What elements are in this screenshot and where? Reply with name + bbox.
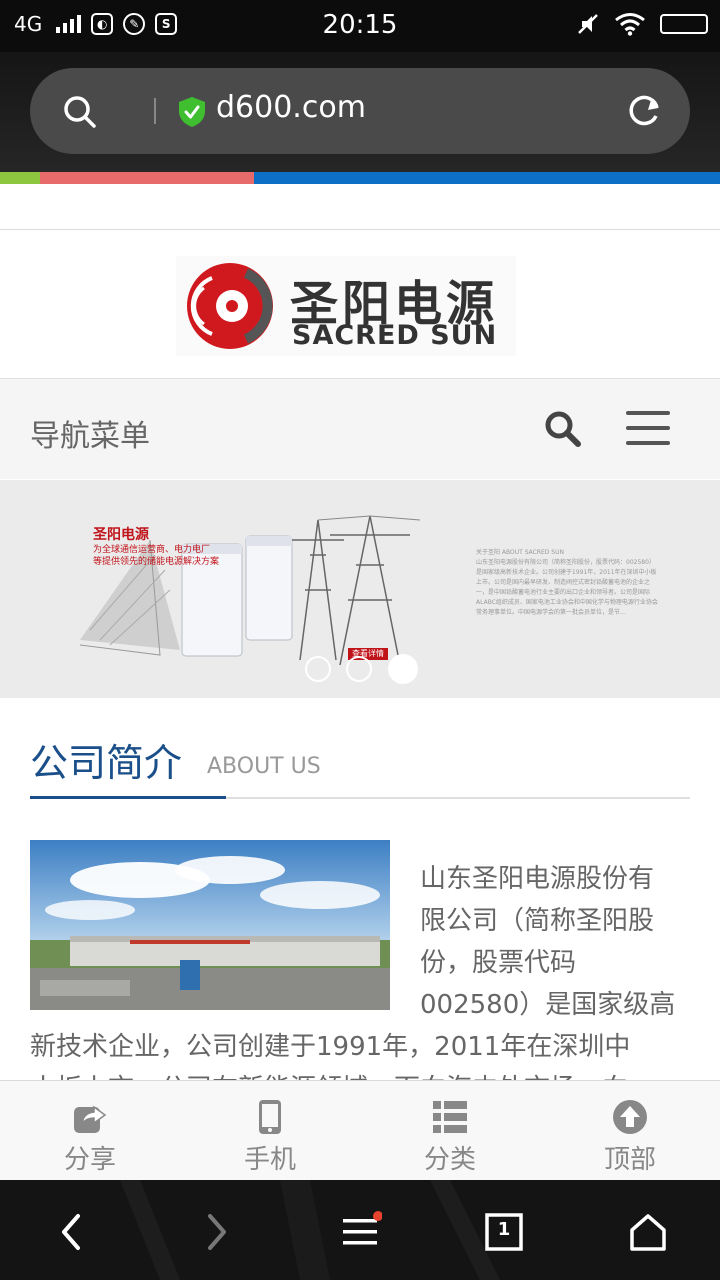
forward-icon[interactable] <box>194 1210 238 1254</box>
intro-line: 限公司（简称圣阳股 <box>420 906 655 936</box>
section-title: 公司简介 <box>30 741 183 785</box>
back-to-top-button[interactable]: 顶部 <box>540 1081 720 1181</box>
hamburger-menu-icon[interactable] <box>626 411 670 445</box>
share-label: 分享 <box>63 1145 116 1175</box>
secure-shield-icon <box>179 97 205 127</box>
menu-icon[interactable] <box>338 1210 382 1254</box>
logo-header: 圣阳电源 SACRED SUN <box>0 230 720 379</box>
company-logo[interactable]: 圣阳电源 SACRED SUN <box>176 256 516 356</box>
url-text: d600.com <box>216 90 366 125</box>
address-bar[interactable]: d600.com <box>30 68 690 154</box>
mobile-label: 手机 <box>243 1145 296 1175</box>
company-photo[interactable] <box>30 840 390 1010</box>
mobile-button[interactable]: 手机 <box>180 1081 360 1181</box>
battery-icon <box>660 14 708 34</box>
intro-line: 份，股票代码 <box>420 948 577 978</box>
carousel-dot[interactable] <box>346 656 372 682</box>
color-strip-blue <box>254 172 720 184</box>
tab-count: 1 <box>497 1219 511 1240</box>
category-label: 分类 <box>423 1145 476 1175</box>
browser-toolbar: d600.com <box>0 52 720 172</box>
address-divider <box>154 98 156 124</box>
sacred-sun-logo-mark <box>187 263 273 349</box>
list-icon <box>433 1101 467 1133</box>
color-strip-red <box>40 172 254 184</box>
banner-tagline-2: 等提供领先的储能电源解决方案 <box>93 557 220 567</box>
color-strip-green <box>0 172 40 184</box>
carousel-dot-active[interactable] <box>388 654 418 684</box>
status-bar: 4G ◐ ✎ S 20:15 <box>0 0 720 52</box>
carousel-dot[interactable] <box>305 656 331 682</box>
share-icon <box>74 1105 107 1133</box>
search-icon[interactable] <box>62 94 98 130</box>
tabs-button[interactable]: 1 <box>482 1210 526 1254</box>
browser-bottom-nav: 1 <box>0 1180 720 1280</box>
banner-about-text: 关于圣阳 ABOUT SACRED SUN 山东圣阳电源股份有限公司（简称圣阳股… <box>476 549 658 616</box>
refresh-icon[interactable] <box>626 92 664 130</box>
intro-line: 山东圣阳电源股份有 <box>420 864 655 894</box>
banner-brand: 圣阳电源 <box>93 527 149 543</box>
site-search-icon[interactable] <box>543 409 583 449</box>
arrow-up-circle-icon <box>613 1100 647 1134</box>
top-label: 顶部 <box>603 1145 656 1175</box>
intro-line: 002580）是国家级高 <box>420 990 676 1020</box>
category-button[interactable]: 分类 <box>360 1081 540 1181</box>
section-divider-accent <box>30 796 226 799</box>
share-button[interactable]: 分享 <box>0 1081 180 1181</box>
banner-carousel[interactable]: 圣阳电源 为全球通信运营商、电力电厂 等提供领先的储能电源解决方案 查看详情 关… <box>0 480 720 698</box>
mobile-phone-icon <box>259 1100 281 1134</box>
silent-icon <box>578 14 598 34</box>
header-spacer <box>0 184 720 230</box>
site-navbar: 导航菜单 <box>0 379 720 479</box>
back-icon[interactable] <box>50 1210 94 1254</box>
intro-line: 新技术企业，公司创建于1991年，2011年在深圳中 <box>30 1032 631 1062</box>
logo-english-name: SACRED SUN <box>292 320 498 351</box>
site-bottom-toolbar: 分享 手机 分类 顶部 <box>0 1080 720 1181</box>
home-icon[interactable] <box>626 1210 670 1254</box>
section-subtitle: ABOUT US <box>207 754 321 779</box>
nav-menu-title: 导航菜单 <box>30 419 150 454</box>
wifi-icon <box>615 13 645 36</box>
